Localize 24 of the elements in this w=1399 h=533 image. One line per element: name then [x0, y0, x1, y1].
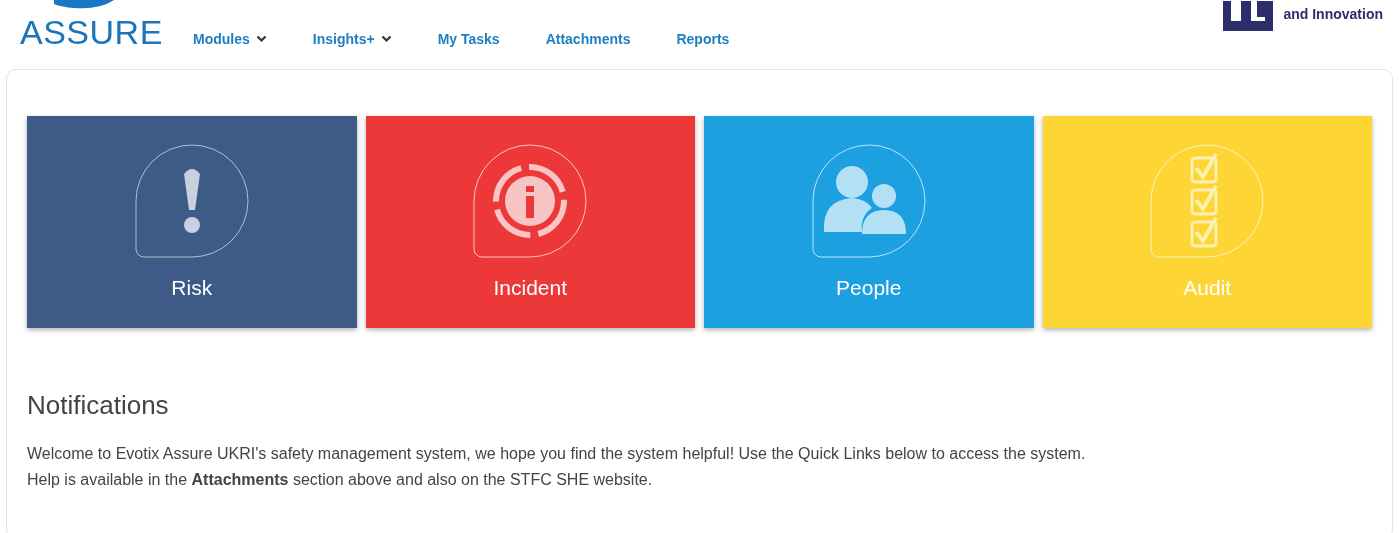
notification-text: Help is available in the Attachments section above and also on the STFC SHE website. — [27, 470, 654, 490]
nav-link[interactable]: Attachments — [545, 31, 631, 47]
info-icon — [473, 144, 588, 258]
chevron-down-icon — [255, 35, 267, 43]
partner-text: and Innovation — [1283, 6, 1383, 22]
module-tile[interactable]: People — [704, 116, 1034, 328]
notification-text: Welcome to Evotix Assure UKRI's safety management system, we hope you find the system helpful! Use the Quick Links below to access the system. — [27, 444, 1087, 464]
tile-label: People — [836, 276, 902, 300]
logo-text[interactable]: ASSURE — [20, 14, 163, 50]
tile-label: Audit — [1183, 276, 1232, 300]
logo-swoosh-icon — [54, 0, 114, 10]
tile-label: Risk — [171, 276, 213, 300]
notifications-heading: Notifications — [27, 390, 170, 421]
chevron-down-icon — [380, 35, 392, 43]
module-tile[interactable]: Incident — [365, 116, 695, 328]
tile-label: Incident — [493, 276, 568, 300]
exclamation-icon — [134, 144, 249, 258]
module-tile[interactable]: Risk — [27, 116, 357, 328]
nav-link[interactable]: Reports — [676, 31, 730, 47]
people-icon — [811, 144, 926, 258]
nav-link[interactable]: Modules — [193, 31, 267, 47]
nav-link[interactable]: Insights+ — [312, 31, 392, 47]
nav-link[interactable]: My Tasks — [437, 31, 500, 47]
checklist-icon — [1150, 144, 1265, 258]
